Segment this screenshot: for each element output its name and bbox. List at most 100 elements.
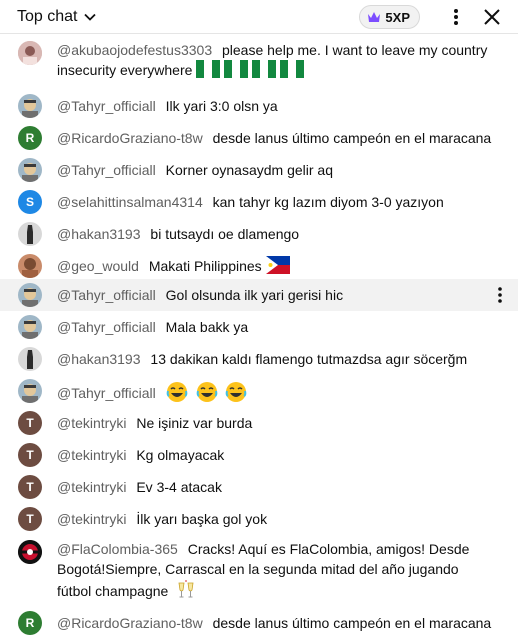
user-avatar[interactable] [18,315,42,339]
chat-message: @hakan3193 bi tutsaydı oe dlamengo [0,218,518,250]
more-vert-icon [498,287,502,303]
user-avatar[interactable]: T [18,443,42,467]
message-text: Korner oynasaydm gelir aq [165,162,333,178]
message-text: Kg olmayacak [136,447,225,463]
message-author[interactable]: @tekintryki [57,447,126,463]
user-avatar[interactable] [18,540,42,564]
laughing-emoji-icon [196,382,217,402]
chat-message: R @RicardoGraziano-t8w desde lanus últim… [0,607,518,641]
user-avatar[interactable] [18,379,42,403]
header-actions: 5XP [359,0,518,34]
chat-message: @akubaojodefestus3303 please help me. I … [0,37,518,85]
avatar-initial: T [26,480,34,494]
message-text: bi tutsaydı oe dlamengo [150,226,300,242]
user-avatar[interactable]: S [18,190,42,214]
user-avatar[interactable] [18,222,42,246]
user-avatar[interactable] [18,94,42,118]
user-avatar[interactable]: T [18,507,42,531]
chat-message: @Tahyr_officiall Korner oynasaydm gelir … [0,154,518,186]
message-author[interactable]: @tekintryki [57,479,126,495]
message-author[interactable]: @RicardoGraziano-t8w [57,130,203,146]
more-vert-icon [454,9,458,25]
chat-message: T @tekintryki Ne işiniz var burda [0,407,518,439]
avatar-initial: T [26,448,34,462]
more-options-button[interactable] [438,0,474,34]
laughing-emoji-icon [226,382,247,402]
chat-message: @hakan3193 13 dakikan kaldı flamengo tut… [0,343,518,375]
user-avatar[interactable] [18,41,42,65]
message-author[interactable]: @hakan3193 [57,226,141,242]
user-avatar[interactable]: R [18,611,42,635]
avatar-photo-icon [18,94,42,118]
philippines-flag-icon [265,256,290,274]
xp-badge[interactable]: 5XP [359,5,420,29]
message-author[interactable]: @selahittinsalman4314 [57,194,203,210]
close-chat-button[interactable] [474,0,510,34]
chat-message: @Tahyr_officiall Mala bakk ya [0,311,518,343]
avatar-photo-icon [18,254,42,278]
champagne-icon [178,580,194,598]
message-author[interactable]: @FlaColombia-365 [57,541,178,557]
message-author[interactable]: @akubaojodefestus3303 [57,42,212,58]
user-avatar[interactable] [18,347,42,371]
chat-message-list[interactable]: @akubaojodefestus3303 please help me. I … [0,34,518,641]
message-author[interactable]: @Tahyr_officiall [57,385,156,401]
chat-message: T @tekintryki Kg olmayacak [0,439,518,471]
avatar-photo-icon [18,41,42,65]
nigeria-flag-icon [196,60,305,78]
message-author[interactable]: @geo_would [57,258,139,274]
chevron-down-icon [84,13,97,21]
chat-message: R @RicardoGraziano-t8w desde lanus últim… [0,122,518,154]
avatar-initial: T [26,512,34,526]
avatar-photo-icon [18,347,42,371]
message-text: Ne işiniz var burda [136,415,253,431]
chat-mode-dropdown[interactable]: Top chat [17,8,97,26]
chat-message: @Tahyr_officiall Ilk yari 3:0 olsn ya [0,90,518,122]
message-author[interactable]: @hakan3193 [57,351,141,367]
avatar-initial: S [25,195,34,209]
avatar-photo-icon [18,222,42,246]
user-avatar[interactable] [18,254,42,278]
message-text: desde lanus último campeón en el maracan… [212,130,492,146]
message-text: 13 dakikan kaldı flamengo tutmazdsa agır… [150,351,468,367]
chat-message: @FlaColombia-365 Cracks! Aquí es FlaColo… [0,536,518,606]
message-text: Ev 3-4 atacak [136,479,222,495]
message-menu-button[interactable] [490,282,510,308]
chat-mode-label: Top chat [17,7,78,25]
xp-value: 5XP [385,9,410,25]
message-text: Mala bakk ya [165,319,249,335]
chat-message: T @tekintryki Ev 3-4 atacak [0,471,518,503]
user-avatar[interactable] [18,283,42,307]
chat-header: Top chat 5XP [0,0,518,34]
message-author[interactable]: @RicardoGraziano-t8w [57,615,203,631]
chat-message: S @selahittinsalman4314 kan tahyr kg laz… [0,186,518,218]
message-text: Makati Philippines [148,258,262,274]
message-text: desde lanus último campeón en el maracan… [212,615,492,631]
avatar-photo-icon [18,283,42,307]
user-avatar[interactable]: T [18,475,42,499]
message-author[interactable]: @tekintryki [57,511,126,527]
message-text: Ilk yari 3:0 olsn ya [165,98,278,114]
message-text: Gol olsunda ilk yari gerisi hic [165,287,344,303]
chat-message: @Tahyr_officiall [0,375,518,407]
crown-icon [368,12,381,22]
chat-message-hovered: @Tahyr_officiall Gol olsunda ilk yari ge… [0,279,518,311]
avatar-photo-icon [18,379,42,403]
message-author[interactable]: @Tahyr_officiall [57,162,156,178]
avatar-logo-icon [18,540,42,564]
message-text: kan tahyr kg lazım diyom 3-0 yazıyon [212,194,444,210]
chat-message: @geo_would Makati Philippines [0,250,518,282]
message-author[interactable]: @Tahyr_officiall [57,319,156,335]
close-icon [484,9,500,25]
avatar-initial: R [25,131,35,145]
chat-message: T @tekintryki İlk yarı başka gol yok [0,503,518,535]
user-avatar[interactable] [18,158,42,182]
message-author[interactable]: @tekintryki [57,415,126,431]
user-avatar[interactable]: R [18,126,42,150]
avatar-initial: T [26,416,34,430]
user-avatar[interactable]: T [18,411,42,435]
message-author[interactable]: @Tahyr_officiall [57,287,156,303]
message-author[interactable]: @Tahyr_officiall [57,98,156,114]
avatar-photo-icon [18,158,42,182]
laughing-emoji-icon [166,382,187,402]
